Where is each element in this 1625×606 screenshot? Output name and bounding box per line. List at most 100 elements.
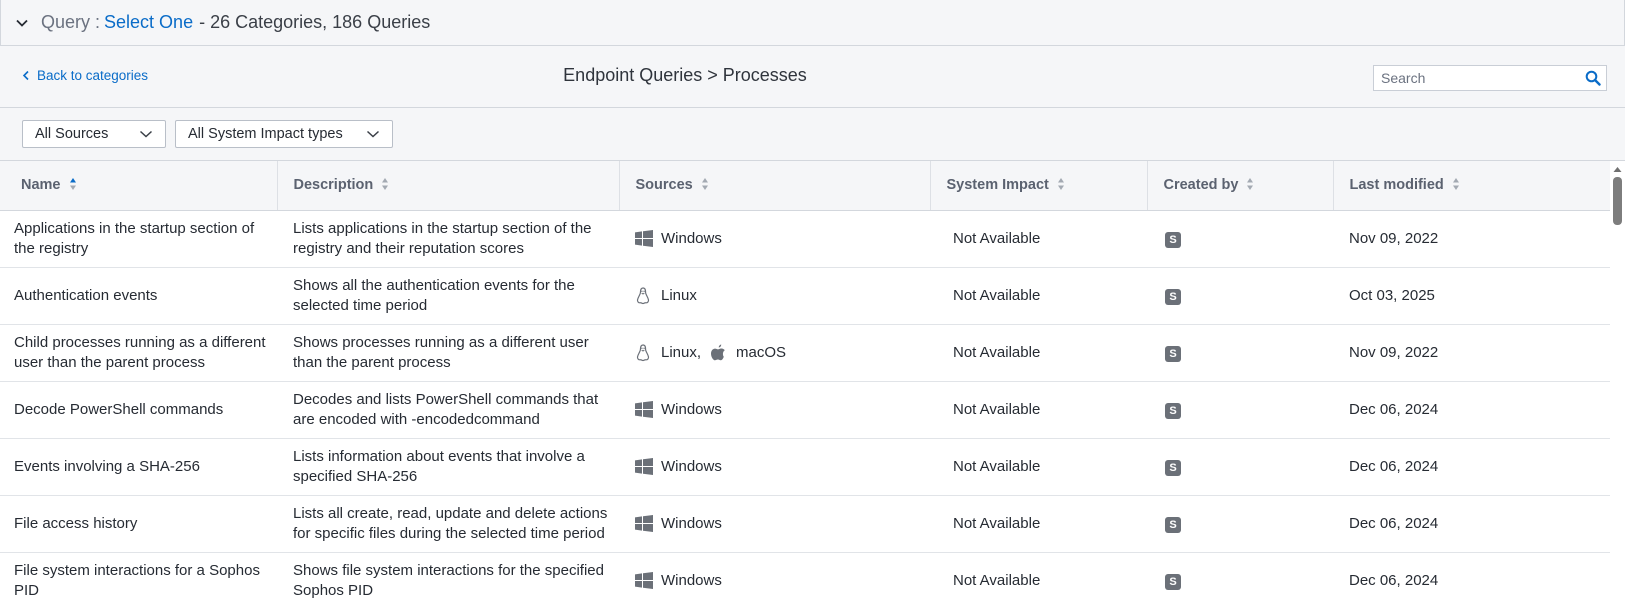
last-modified: Dec 06, 2024 <box>1333 381 1610 439</box>
query-description: Shows processes running as a different u… <box>277 324 619 382</box>
query-name: Applications in the startup section of t… <box>0 210 277 268</box>
column-header-label: Last modified <box>1349 177 1444 194</box>
column-header-system-impact[interactable]: System Impact <box>930 161 1148 211</box>
last-modified: Nov 09, 2022 <box>1333 210 1610 268</box>
query-sources: Linux, macOS <box>619 324 930 382</box>
system-impact: Not Available <box>930 552 1147 606</box>
sophos-badge-icon: S <box>1165 516 1181 533</box>
query-description: Decodes and lists PowerShell commands th… <box>277 381 619 439</box>
sophos-badge-icon: S <box>1165 345 1181 362</box>
system-impact: Not Available <box>930 495 1147 553</box>
scrollbar-thumb[interactable] <box>1613 177 1622 225</box>
created-by: S <box>1147 381 1333 439</box>
query-description: Lists information about events that invo… <box>277 438 619 496</box>
created-by: S <box>1147 495 1333 553</box>
source-os-label: Windows <box>661 514 722 532</box>
column-header-label: Created by <box>1163 177 1239 194</box>
sort-icon[interactable] <box>1444 177 1460 193</box>
sort-icon[interactable] <box>373 177 389 193</box>
source-os-label: Windows <box>661 229 722 247</box>
source-os-label: Linux <box>661 286 697 304</box>
system-impact: Not Available <box>930 438 1147 496</box>
query-description: Lists applications in the startup sectio… <box>277 210 619 268</box>
last-modified: Dec 06, 2024 <box>1333 495 1610 553</box>
breadcrumb: Endpoint Queries > Processes <box>563 65 807 85</box>
created-by: S <box>1147 552 1333 606</box>
sort-icon[interactable] <box>1238 177 1254 193</box>
sources-filter-dropdown[interactable]: All Sources <box>22 120 166 148</box>
chevron-down-icon <box>139 129 153 139</box>
query-sources: Windows <box>619 552 930 606</box>
search-input[interactable] <box>1374 67 1580 89</box>
system-impact: Not Available <box>930 324 1147 382</box>
column-header-description[interactable]: Description <box>277 161 620 211</box>
query-name: Decode PowerShell commands <box>0 381 277 439</box>
query-sources: Windows <box>619 438 930 496</box>
query-description: Shows file system interactions for the s… <box>277 552 619 606</box>
created-by: S <box>1147 324 1333 382</box>
sophos-badge-icon: S <box>1165 573 1181 590</box>
query-bar[interactable]: Query : Select One - 26 Categories, 186 … <box>0 0 1625 46</box>
source-os-label: Windows <box>661 400 722 418</box>
query-description: Lists all create, read, update and delet… <box>277 495 619 553</box>
sort-icon[interactable] <box>693 177 709 193</box>
apple-icon <box>710 344 728 362</box>
linux-icon <box>635 343 653 362</box>
source-os-label: Linux <box>661 343 697 361</box>
table-row[interactable]: File access history Lists all create, rea… <box>0 495 1610 553</box>
source-os-label: Windows <box>661 457 722 475</box>
table-row[interactable]: Authentication events Shows all the authe… <box>0 267 1610 325</box>
column-header-created-by[interactable]: Created by <box>1147 161 1334 211</box>
queries-table: Name Description Sources System Impact Creat… <box>0 161 1610 606</box>
last-modified: Dec 06, 2024 <box>1333 438 1610 496</box>
table-row[interactable]: Applications in the startup section of t… <box>0 210 1610 268</box>
queries-table-container: Name Description Sources System Impact Creat… <box>0 161 1610 606</box>
column-header-label: Name <box>21 177 61 194</box>
sort-icon[interactable] <box>1049 177 1065 193</box>
filter-bar: All Sources All System Impact types <box>0 108 1625 161</box>
table-row[interactable]: Events involving a SHA-256 Lists informat… <box>0 438 1610 496</box>
last-modified: Nov 09, 2022 <box>1333 324 1610 382</box>
impact-filter-value: All System Impact types <box>188 126 343 142</box>
created-by: S <box>1147 210 1333 268</box>
system-impact: Not Available <box>930 381 1147 439</box>
query-description: Shows all the authentication events for … <box>277 267 619 325</box>
table-row[interactable]: File system interactions for a Sophos PI… <box>0 552 1610 606</box>
system-impact: Not Available <box>930 267 1147 325</box>
search-box[interactable] <box>1373 65 1607 91</box>
query-summary: - 26 Categories, 186 Queries <box>199 12 431 32</box>
category-header: Back to categories Endpoint Queries > Pr… <box>0 46 1625 108</box>
table-row[interactable]: Child processes running as a different u… <box>0 324 1610 382</box>
column-header-label: Sources <box>635 177 693 194</box>
query-sources: Windows <box>619 381 930 439</box>
query-sources: Linux <box>619 267 930 325</box>
sources-filter-value: All Sources <box>35 126 109 142</box>
column-header-sources[interactable]: Sources <box>619 161 931 211</box>
sort-ascending-icon[interactable] <box>61 177 77 193</box>
chevron-down-icon[interactable] <box>15 16 29 30</box>
search-icon[interactable] <box>1580 66 1606 90</box>
query-select-link[interactable]: Select One <box>104 12 193 33</box>
table-row[interactable]: Decode PowerShell commands Decodes and li… <box>0 381 1610 439</box>
query-prefix: Query : <box>41 12 101 32</box>
table-header-row: Name Description Sources System Impact Creat… <box>0 161 1610 211</box>
windows-icon <box>635 230 653 248</box>
column-header-last-modified[interactable]: Last modified <box>1333 161 1610 211</box>
created-by: S <box>1147 267 1333 325</box>
vertical-scrollbar[interactable] <box>1610 161 1625 606</box>
system-impact: Not Available <box>930 210 1147 268</box>
query-name: Child processes running as a different u… <box>0 324 277 382</box>
query-sources: Windows <box>619 210 930 268</box>
windows-icon <box>635 458 653 476</box>
query-name: Authentication events <box>0 267 277 325</box>
source-os-label: Windows <box>661 571 722 589</box>
source-separator: , <box>696 343 702 361</box>
column-header-name[interactable]: Name <box>0 161 278 211</box>
sophos-badge-icon: S <box>1165 459 1181 476</box>
impact-filter-dropdown[interactable]: All System Impact types <box>175 120 393 148</box>
sophos-badge-icon: S <box>1165 231 1181 248</box>
table-body: Applications in the startup section of t… <box>0 210 1610 606</box>
scroll-up-arrow-icon[interactable] <box>1612 161 1623 172</box>
last-modified: Dec 06, 2024 <box>1333 552 1610 606</box>
query-name: File access history <box>0 495 277 553</box>
